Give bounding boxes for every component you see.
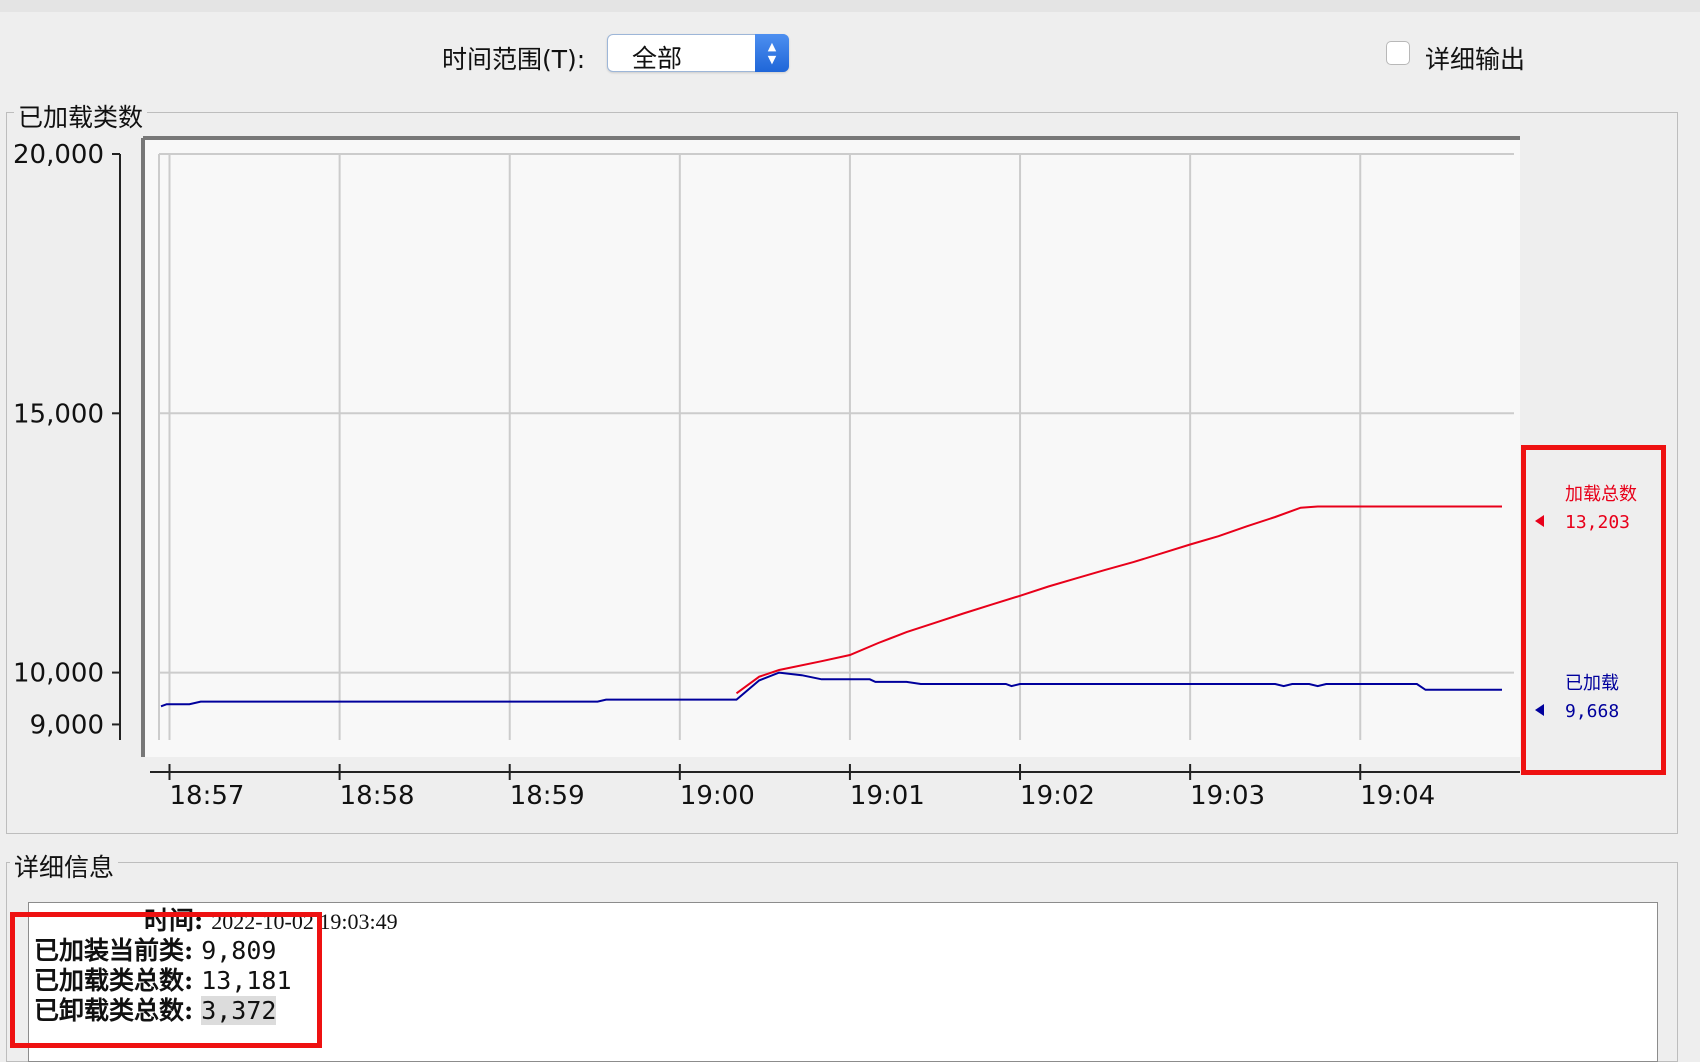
x-tick-label: 19:01 (850, 781, 925, 811)
loaded-classes-chart: 20,000 15,000 10,000 9,000 18:57 18:58 18:59 19… (13, 136, 1637, 811)
y-tick-label: 15,000 (13, 399, 104, 429)
x-tick-label: 18:58 (340, 781, 415, 811)
x-tick-label: 19:02 (1020, 781, 1095, 811)
legend-highlight-box (1521, 445, 1666, 775)
y-tick-label: 9,000 (30, 710, 104, 740)
y-tick-label: 20,000 (13, 140, 104, 170)
x-tick-label: 19:04 (1360, 781, 1435, 811)
x-tick-label: 19:00 (680, 781, 755, 811)
details-highlight-box (10, 912, 322, 1048)
x-tick-label: 19:03 (1190, 781, 1265, 811)
details-panel-title: 详细信息 (10, 848, 119, 884)
x-tick-label: 18:59 (510, 781, 585, 811)
x-tick-label: 18:57 (170, 781, 245, 811)
plot-area (143, 138, 1520, 757)
y-tick-label: 10,000 (13, 659, 104, 689)
